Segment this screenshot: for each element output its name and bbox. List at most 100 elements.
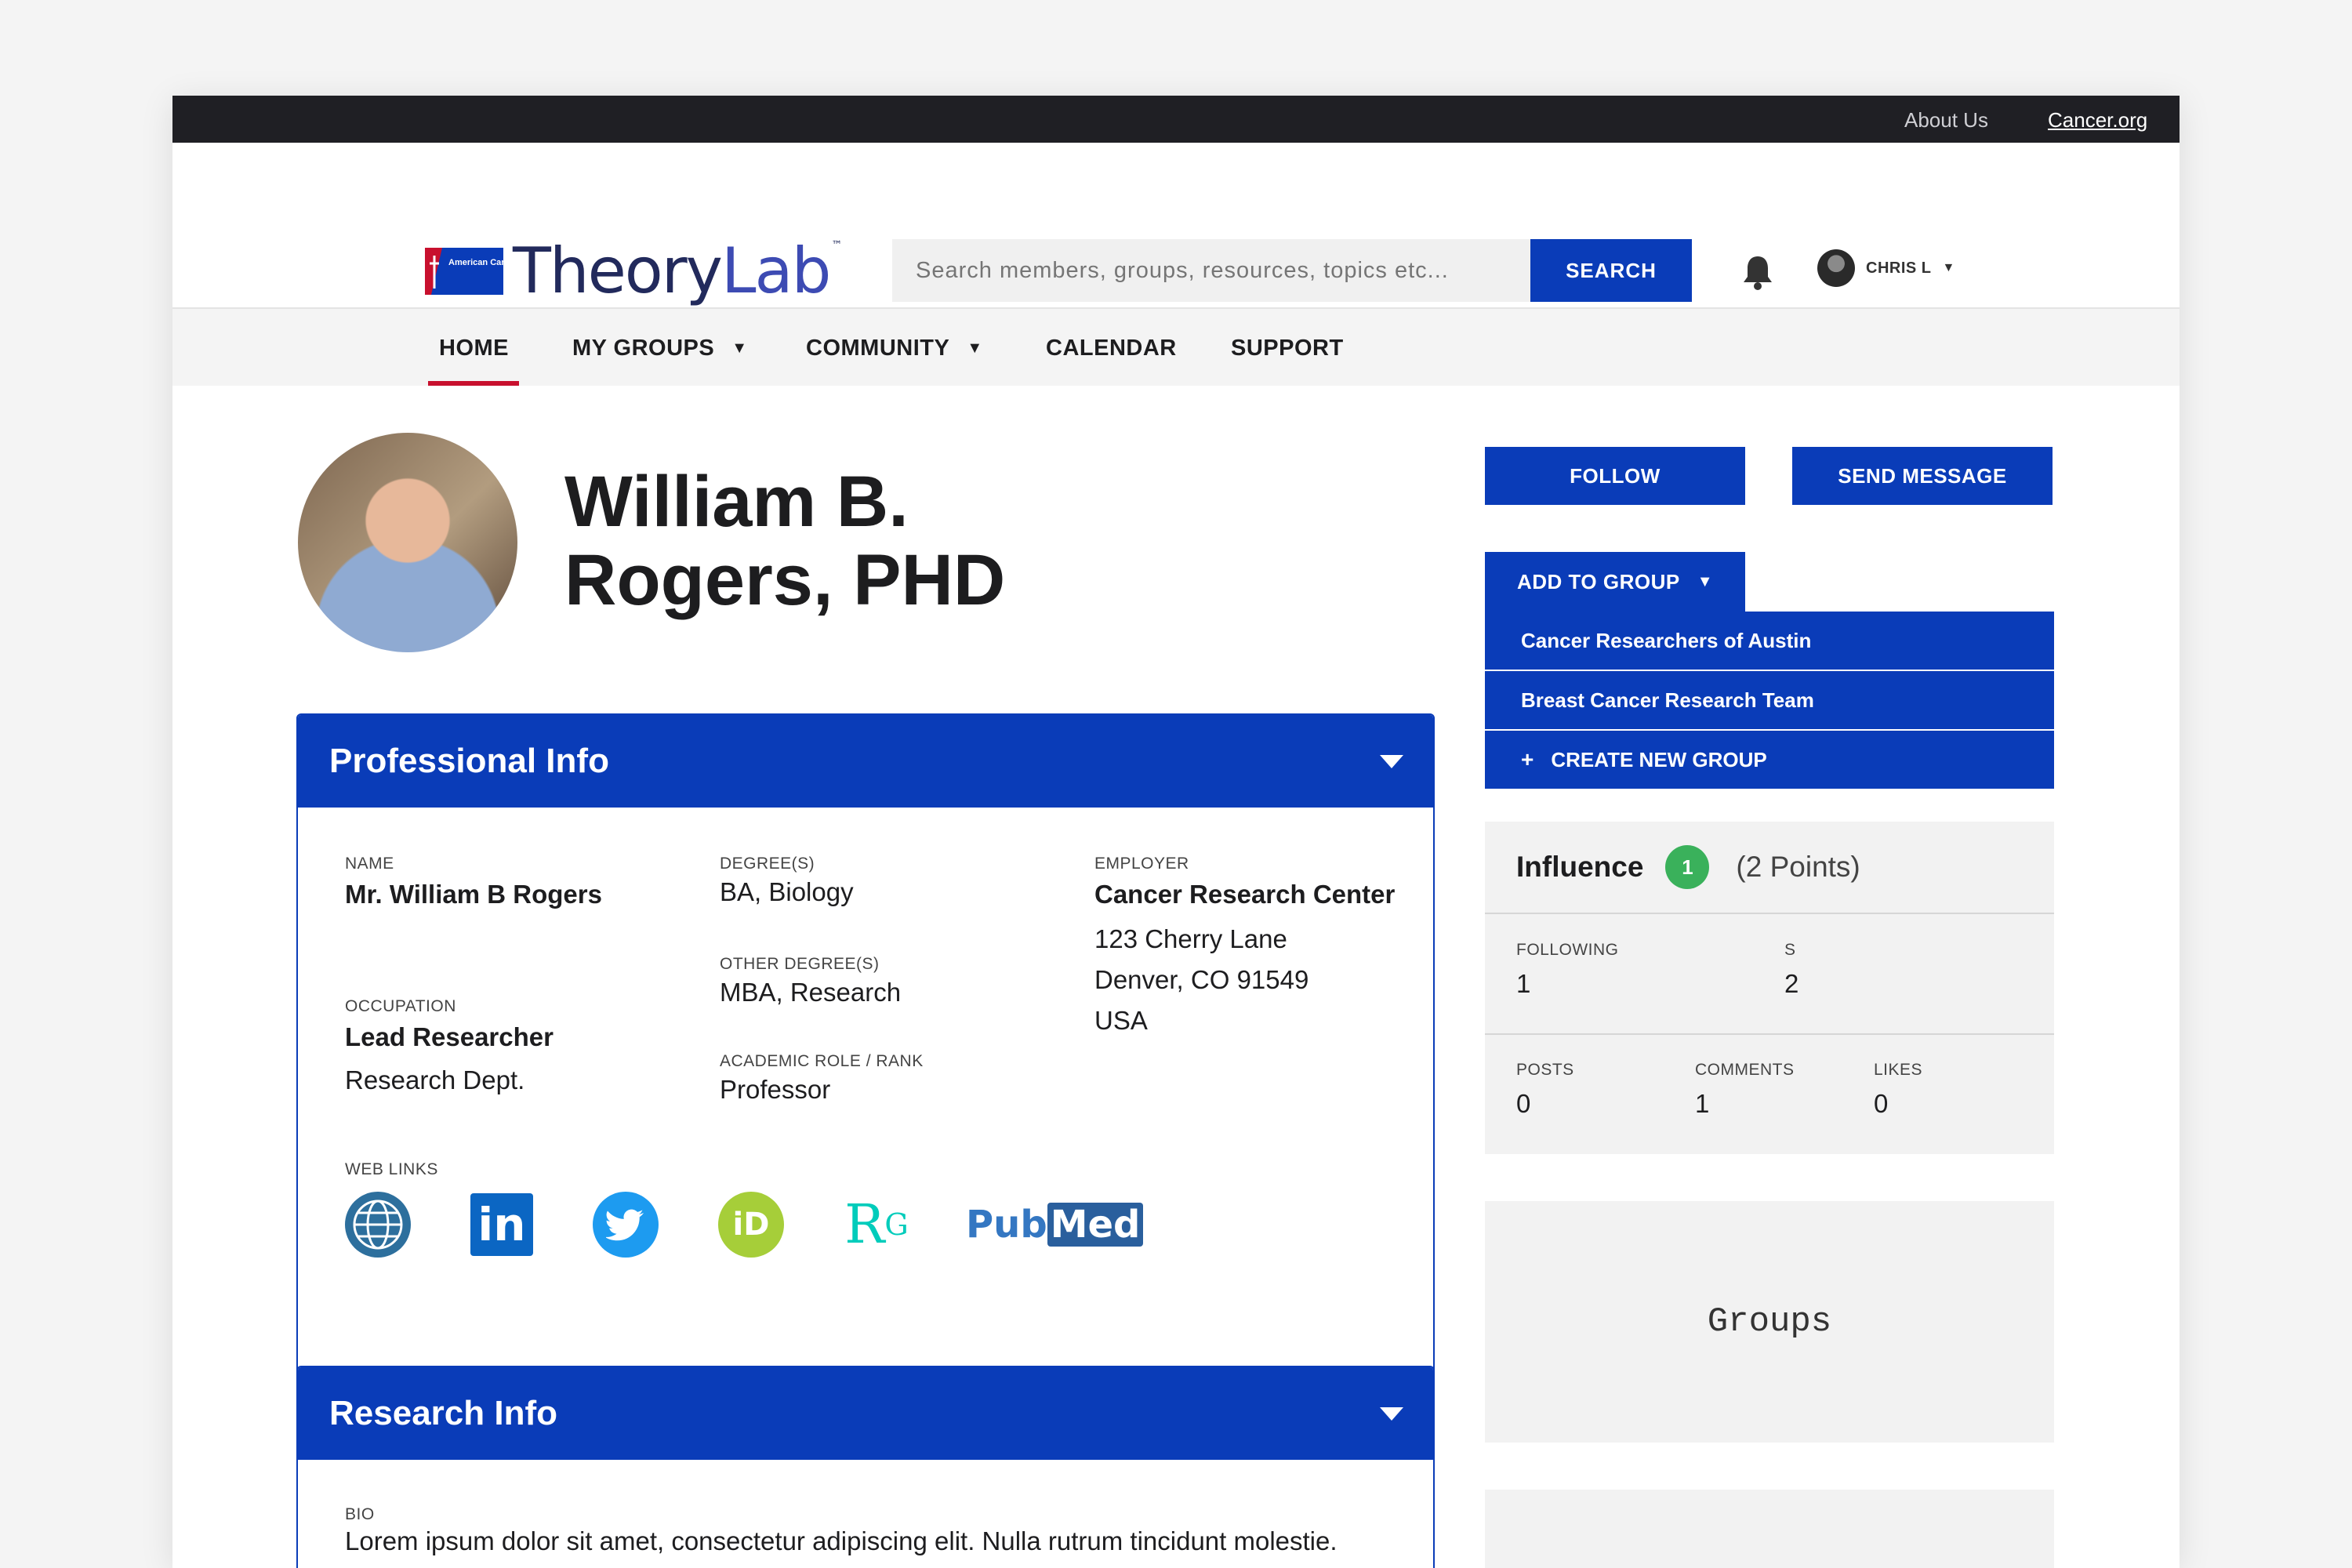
about-us-link[interactable]: About Us — [1904, 108, 1988, 132]
twitter-icon[interactable] — [593, 1192, 659, 1258]
pubmed-text: Med — [1047, 1203, 1144, 1247]
stat-label: S — [1784, 941, 1796, 959]
linkedin-icon[interactable]: in — [470, 1193, 533, 1256]
nav-item-support[interactable]: SUPPORT — [1231, 309, 1344, 387]
stat-label: COMMENTS — [1695, 1061, 1795, 1079]
stat-comments[interactable]: COMMENTS 1 — [1695, 1061, 1795, 1119]
influence-level-badge: 1 — [1665, 845, 1710, 889]
orcid-icon[interactable]: iD — [718, 1192, 784, 1258]
employer-country: USA — [1094, 1006, 1148, 1035]
stat-likes[interactable]: LIKES 0 — [1874, 1061, 1922, 1119]
nav-item-my-groups[interactable]: MY GROUPS ▼ — [572, 309, 748, 387]
groups-title: Groups — [1707, 1302, 1832, 1341]
stat-value: 2 — [1784, 969, 1799, 998]
cancer-org-link[interactable]: Cancer.org — [2048, 108, 2147, 132]
researchgate-sup: G — [884, 1207, 909, 1242]
professional-info-panel: Professional Info NAME Mr. William B Rog… — [296, 713, 1435, 1417]
nav-label: CALENDAR — [1046, 335, 1177, 361]
theorylab-logo[interactable]: American Cancer Society TheoryLab™ — [425, 234, 842, 307]
stat-value: 1 — [1695, 1089, 1710, 1118]
employer-name: Cancer Research Center — [1094, 880, 1396, 909]
american-cancer-society-logo-icon: American Cancer Society — [425, 248, 503, 295]
chevron-down-icon: ▼ — [1942, 261, 1955, 274]
nav-label: MY GROUPS — [572, 335, 715, 361]
svg-text:American Cancer Society: American Cancer Society — [448, 258, 503, 267]
web-links: in iD RG PubMed — [345, 1192, 1144, 1258]
dropdown-label: CREATE NEW GROUP — [1551, 747, 1767, 771]
nav-label: SUPPORT — [1231, 335, 1344, 361]
send-message-button[interactable]: SEND MESSAGE — [1792, 447, 2053, 505]
create-new-group-item[interactable]: + CREATE NEW GROUP — [1485, 731, 2054, 790]
theorylab-wordmark: TheoryLab ™ — [513, 234, 842, 307]
sidebar-card — [1485, 1490, 2054, 1568]
pubmed-icon[interactable]: PubMed — [966, 1203, 1144, 1247]
collapse-caret-icon[interactable] — [1380, 754, 1403, 768]
profile-name-line: Rogers, PHD — [564, 540, 1006, 620]
other-degrees-value: MBA, Research — [720, 978, 902, 1007]
degrees-label: DEGREE(S) — [720, 855, 815, 873]
panel-title: Professional Info — [329, 742, 609, 780]
nav-item-home[interactable]: HOME — [439, 309, 509, 387]
bio-text: Lorem ipsum dolor sit amet, consectetur … — [345, 1526, 1338, 1555]
profile-photo — [298, 433, 517, 652]
avatar — [1817, 249, 1855, 287]
profile-name-line: William B. — [564, 462, 909, 542]
research-info-header[interactable]: Research Info — [298, 1367, 1433, 1460]
user-menu[interactable]: CHRIS L ▼ — [1817, 249, 1955, 287]
add-to-group-button[interactable]: ADD TO GROUP ▼ — [1485, 552, 1745, 612]
academic-role-label: ACADEMIC ROLE / RANK — [720, 1052, 924, 1070]
name-label: NAME — [345, 855, 394, 873]
degrees-value: BA, Biology — [720, 877, 854, 906]
nav-label: HOME — [439, 335, 509, 361]
influence-header: Influence 1 (2 Points) — [1485, 822, 2054, 914]
dropdown-item-group[interactable]: Cancer Researchers of Austin — [1485, 612, 2054, 671]
globe-icon[interactable] — [345, 1192, 411, 1258]
search-input[interactable] — [892, 239, 1531, 302]
plus-icon: + — [1521, 747, 1534, 771]
groups-card: Groups — [1485, 1201, 2054, 1443]
dropdown-item-group[interactable]: Breast Cancer Research Team — [1485, 671, 2054, 731]
researchgate-letter: R — [844, 1193, 885, 1256]
pubmed-text: Pub — [966, 1203, 1047, 1247]
active-tab-indicator — [428, 381, 519, 386]
user-name: CHRIS L — [1866, 259, 1932, 277]
follow-button[interactable]: FOLLOW — [1485, 447, 1745, 505]
stat-value: 1 — [1516, 969, 1531, 998]
nav-item-community[interactable]: COMMUNITY ▼ — [806, 309, 983, 387]
research-info-panel: Research Info BIO Lorem ipsum dolor sit … — [296, 1366, 1435, 1568]
name-value: Mr. William B Rogers — [345, 880, 602, 909]
panel-title: Research Info — [329, 1394, 557, 1432]
divider — [1485, 1033, 2054, 1035]
influence-points: (2 Points) — [1736, 851, 1860, 883]
stat-label: POSTS — [1516, 1061, 1574, 1079]
stat-label: FOLLOWING — [1516, 941, 1619, 959]
stat-posts[interactable]: POSTS 0 — [1516, 1061, 1574, 1119]
search-button[interactable]: SEARCH — [1530, 239, 1692, 302]
chevron-down-icon: ▼ — [967, 339, 983, 357]
chevron-down-icon: ▼ — [731, 339, 748, 357]
button-label: ADD TO GROUP — [1516, 569, 1680, 593]
stat-label: LIKES — [1874, 1061, 1923, 1079]
occupation-value: Lead Researcher — [345, 1022, 554, 1051]
researchgate-icon[interactable]: RG — [844, 1192, 909, 1258]
stat-value: 0 — [1516, 1089, 1531, 1118]
stat-value: 0 — [1874, 1089, 1889, 1118]
group-dropdown-menu: Cancer Researchers of Austin Breast Canc… — [1485, 612, 2054, 790]
collapse-caret-icon[interactable] — [1380, 1406, 1403, 1421]
occupation-label: OCCUPATION — [345, 997, 456, 1015]
department-value: Research Dept. — [345, 1065, 525, 1094]
nav-item-calendar[interactable]: CALENDAR — [1046, 309, 1177, 387]
twitter-bird-glyph — [606, 1209, 644, 1241]
browser-window: About Us Cancer.org American Cancer Soci… — [172, 96, 2180, 1568]
utility-bar: About Us Cancer.org — [172, 96, 2180, 143]
stat-followers[interactable]: S 2 — [1784, 941, 1798, 999]
notification-bell-icon[interactable] — [1740, 253, 1775, 291]
professional-info-header[interactable]: Professional Info — [298, 715, 1433, 808]
employer-label: EMPLOYER — [1094, 855, 1189, 873]
employer-address-line: 123 Cherry Lane — [1094, 924, 1287, 953]
nav-label: COMMUNITY — [806, 335, 950, 361]
employer-address-line: Denver, CO 91549 — [1094, 965, 1309, 994]
influence-card: Influence 1 (2 Points) FOLLOWING 1 S 2 P… — [1485, 822, 2054, 1154]
chevron-down-icon: ▼ — [1697, 572, 1714, 590]
stat-following[interactable]: FOLLOWING 1 — [1516, 941, 1619, 999]
